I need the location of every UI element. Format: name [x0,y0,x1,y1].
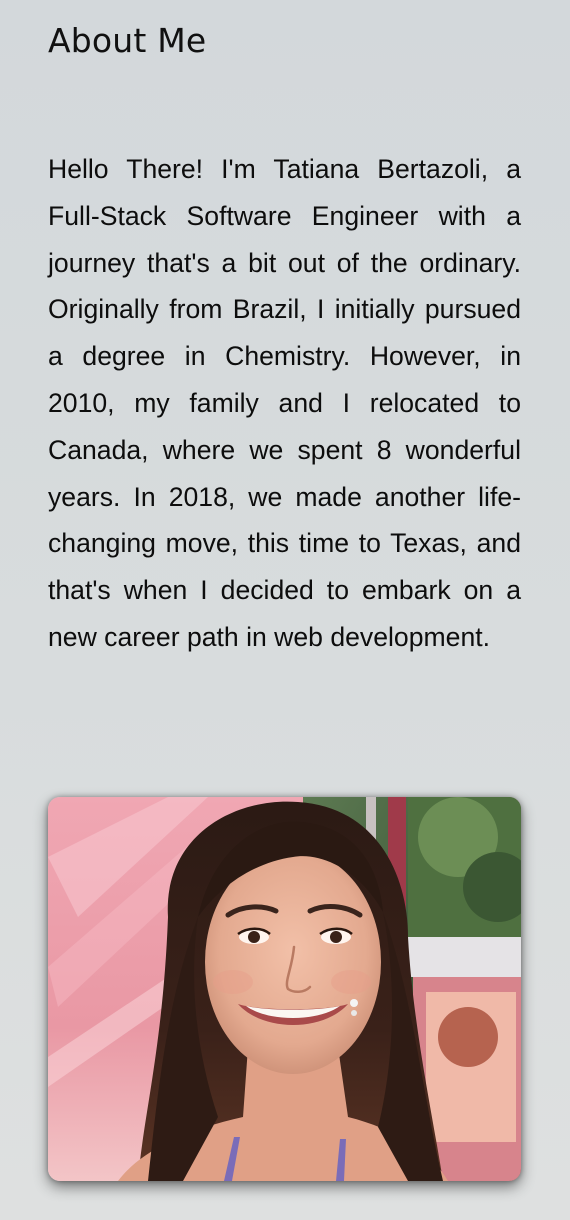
portrait-image [48,797,521,1181]
profile-photo [48,797,521,1181]
bio-paragraph: Hello There! I'm Tatiana Bertazoli, a Fu… [48,154,521,652]
section-title: About Me [48,21,207,60]
